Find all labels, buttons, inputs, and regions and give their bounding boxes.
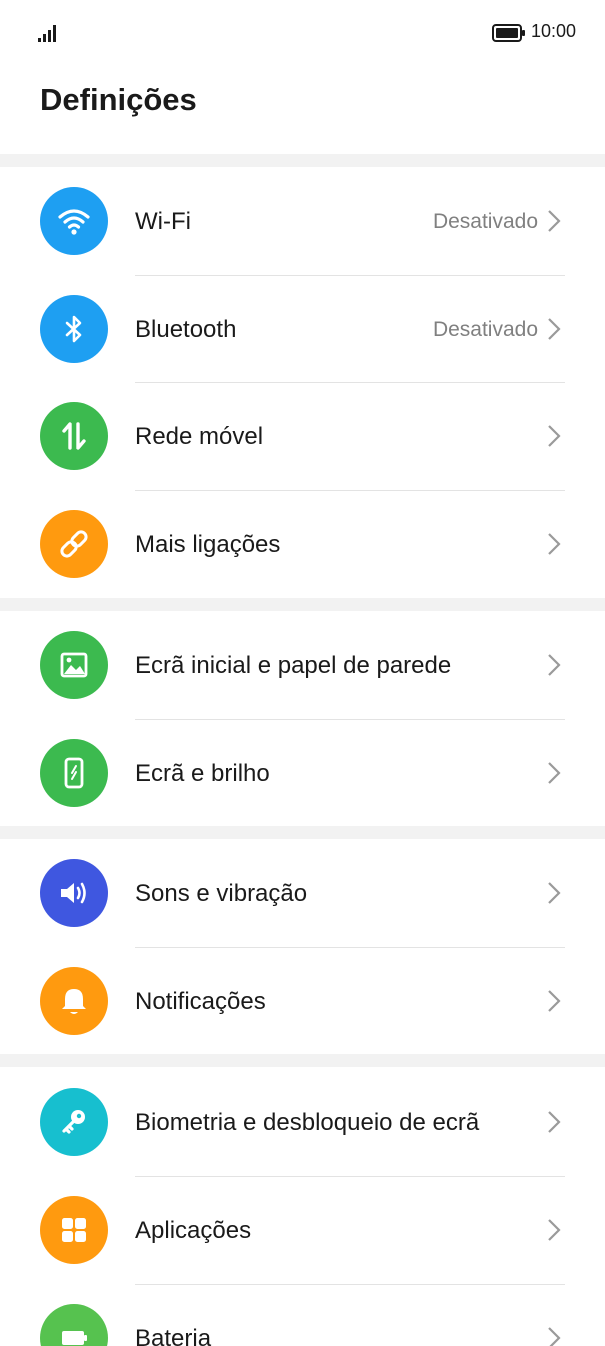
settings-item-label: Notificações bbox=[135, 988, 266, 1015]
wifi-icon bbox=[40, 187, 108, 255]
mobile-data-icon bbox=[40, 402, 108, 470]
settings-item-label: Rede móvel bbox=[135, 423, 264, 450]
settings-item-apps[interactable]: Aplicações bbox=[0, 1176, 605, 1284]
status-bar: 10:00 bbox=[0, 0, 605, 64]
chevron-right-icon bbox=[548, 425, 561, 447]
settings-item-value: Desativado bbox=[432, 210, 538, 233]
settings-item-label: Aplicações bbox=[135, 1217, 252, 1244]
bluetooth-icon bbox=[40, 295, 108, 363]
group-separator bbox=[0, 826, 605, 839]
chevron-right-icon bbox=[548, 318, 561, 340]
status-time: 10:00 bbox=[531, 21, 577, 41]
display-brightness-icon bbox=[40, 739, 108, 807]
settings-item-home-wallpaper[interactable]: Ecrã inicial e papel de parede bbox=[0, 611, 605, 719]
bell-icon bbox=[40, 967, 108, 1035]
chevron-right-icon bbox=[548, 1219, 561, 1241]
settings-item-label: Sons e vibração bbox=[135, 880, 308, 907]
group-separator bbox=[0, 598, 605, 611]
battery-icon bbox=[492, 24, 525, 42]
settings-item-biometrics[interactable]: Biometria e desbloqueio de ecrã bbox=[0, 1068, 605, 1176]
settings-item-bluetooth[interactable]: Bluetooth Desativado bbox=[0, 275, 605, 383]
settings-item-sounds-vibration[interactable]: Sons e vibração bbox=[0, 839, 605, 947]
settings-item-label: Bluetooth bbox=[135, 316, 237, 343]
chevron-right-icon bbox=[548, 990, 561, 1012]
chevron-right-icon bbox=[548, 210, 561, 232]
settings-item-notifications[interactable]: Notificações bbox=[0, 947, 605, 1055]
chevron-right-icon bbox=[548, 1327, 561, 1346]
settings-item-label: Bateria bbox=[135, 1325, 212, 1346]
settings-item-more-connections[interactable]: Mais ligações bbox=[0, 490, 605, 598]
settings-item-label: Biometria e desbloqueio de ecrã bbox=[135, 1109, 480, 1136]
chevron-right-icon bbox=[548, 882, 561, 904]
chevron-right-icon bbox=[548, 533, 561, 555]
settings-item-wifi[interactable]: Wi-Fi Desativado bbox=[0, 167, 605, 275]
settings-item-display-brightness[interactable]: Ecrã e brilho bbox=[0, 719, 605, 827]
chevron-right-icon bbox=[548, 654, 561, 676]
settings-item-label: Mais ligações bbox=[135, 531, 281, 558]
chevron-right-icon bbox=[548, 1111, 561, 1133]
key-icon bbox=[40, 1088, 108, 1156]
settings-item-mobile-network[interactable]: Rede móvel bbox=[0, 382, 605, 490]
settings-item-value: Desativado bbox=[432, 318, 538, 341]
settings-item-label: Ecrã inicial e papel de parede bbox=[135, 652, 452, 679]
wallpaper-icon bbox=[40, 631, 108, 699]
page-title: Definições bbox=[40, 82, 197, 117]
signal-icon bbox=[38, 25, 56, 42]
group-separator bbox=[0, 154, 605, 167]
settings-item-battery[interactable]: Bateria bbox=[0, 1284, 605, 1346]
speaker-icon bbox=[40, 859, 108, 927]
apps-grid-icon bbox=[40, 1196, 108, 1264]
settings-item-label: Wi-Fi bbox=[135, 208, 191, 235]
battery-settings-icon bbox=[40, 1304, 108, 1346]
group-separator bbox=[0, 1054, 605, 1067]
chevron-right-icon bbox=[548, 762, 561, 784]
settings-item-label: Ecrã e brilho bbox=[135, 760, 270, 787]
link-icon bbox=[40, 510, 108, 578]
